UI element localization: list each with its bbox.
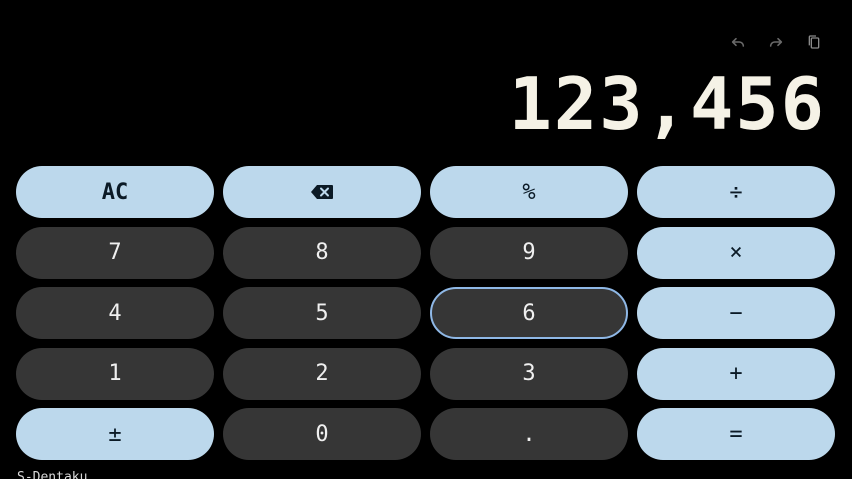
equals-button[interactable]: = xyxy=(637,408,835,460)
digit-2-button[interactable]: 2 xyxy=(223,347,421,400)
all-clear-button[interactable]: AC xyxy=(16,166,214,218)
minus-button[interactable]: − xyxy=(637,287,835,339)
digit-0-button[interactable]: 0 xyxy=(223,408,421,460)
backspace-button[interactable] xyxy=(223,166,421,218)
decimal-button[interactable]: . xyxy=(430,408,628,460)
plus-minus-button[interactable]: ± xyxy=(16,408,214,460)
divide-button[interactable]: ÷ xyxy=(637,166,835,218)
calculator-app: 123,456 AC % ÷ 7 8 9 × 4 5 6 − 1 2 3 + ±… xyxy=(0,0,852,479)
digit-1-button[interactable]: 1 xyxy=(16,347,214,400)
keypad: AC % ÷ 7 8 9 × 4 5 6 − 1 2 3 + ± 0 . = xyxy=(16,166,836,460)
undo-icon xyxy=(731,37,745,47)
app-name-label: S-Dentaku xyxy=(17,470,88,479)
redo-icon xyxy=(769,37,783,47)
backspace-icon xyxy=(311,185,333,199)
multiply-button[interactable]: × xyxy=(637,226,835,279)
digit-3-button[interactable]: 3 xyxy=(430,347,628,400)
redo-button[interactable] xyxy=(764,31,788,53)
result-display: 123,456 xyxy=(508,62,826,146)
digit-4-button[interactable]: 4 xyxy=(16,287,214,339)
toolbar xyxy=(726,31,826,53)
undo-button[interactable] xyxy=(726,31,750,53)
copy-icon xyxy=(808,35,820,49)
plus-button[interactable]: + xyxy=(637,347,835,400)
digit-9-button[interactable]: 9 xyxy=(430,226,628,279)
digit-6-button[interactable]: 6 xyxy=(430,287,628,339)
digit-7-button[interactable]: 7 xyxy=(16,226,214,279)
digit-8-button[interactable]: 8 xyxy=(223,226,421,279)
copy-button[interactable] xyxy=(802,31,826,53)
digit-5-button[interactable]: 5 xyxy=(223,287,421,339)
percent-button[interactable]: % xyxy=(430,166,628,218)
